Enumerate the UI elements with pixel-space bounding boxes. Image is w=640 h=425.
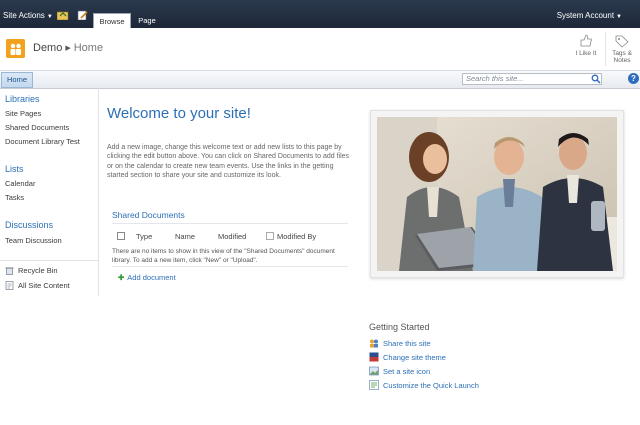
tab-browse[interactable]: Browse	[93, 13, 131, 28]
top-nav-home[interactable]: Home	[1, 72, 34, 88]
site-actions-label: Site Actions	[3, 11, 45, 20]
i-like-it-label: I Like It	[575, 50, 597, 57]
ql-item-recycle-bin[interactable]: Recycle Bin	[18, 266, 58, 275]
ql-item-calendar[interactable]: Calendar	[5, 179, 35, 188]
add-document-link[interactable]: ✚ Add document	[118, 273, 176, 282]
breadcrumb-site[interactable]: Demo	[33, 42, 62, 54]
welcome-image	[370, 110, 624, 278]
column-type[interactable]: Type	[136, 232, 152, 241]
ql-item-shared-documents[interactable]: Shared Documents	[5, 123, 69, 132]
site-actions-menu[interactable]: Site Actions ▼	[3, 11, 53, 20]
column-modified[interactable]: Modified	[218, 232, 246, 241]
edit-page-icon[interactable]	[77, 10, 89, 20]
help-icon[interactable]: ?	[628, 73, 639, 84]
ql-item-all-site-content[interactable]: All Site Content	[18, 281, 70, 290]
webpart-divider	[112, 223, 348, 224]
quick-launch-icon	[369, 380, 379, 390]
tag-icon	[615, 35, 629, 48]
thumbs-up-icon	[580, 34, 592, 47]
navigate-up-icon[interactable]	[57, 10, 69, 20]
add-document-label: Add document	[127, 273, 176, 282]
tab-page[interactable]: Page	[132, 13, 162, 28]
ql-divider	[0, 260, 98, 261]
ql-heading-discussions[interactable]: Discussions	[5, 220, 53, 230]
quick-launch	[0, 88, 99, 296]
getting-started-title: Getting Started	[369, 322, 430, 332]
share-site-icon	[370, 339, 378, 348]
customize-quick-launch-link[interactable]: Customize the Quick Launch	[383, 381, 479, 390]
breadcrumb-arrow-icon: ▶	[65, 45, 71, 52]
ql-item-team-discussion[interactable]: Team Discussion	[5, 236, 62, 245]
account-menu[interactable]: System Account ▼	[557, 11, 622, 20]
i-like-it-button[interactable]: I Like It	[568, 34, 604, 57]
notes-label: Notes	[613, 57, 631, 64]
search-icon[interactable]	[591, 74, 601, 84]
account-label: System Account	[556, 11, 615, 20]
ql-heading-lists[interactable]: Lists	[5, 164, 24, 174]
share-site-link[interactable]: Share this site	[383, 339, 431, 348]
change-theme-link[interactable]: Change site theme	[383, 353, 446, 362]
column-name[interactable]: Name	[175, 232, 195, 241]
empty-list-message: There are no items to show in this view …	[112, 248, 335, 264]
search-input[interactable]: Search this site...	[462, 73, 602, 85]
modified-by-checkbox[interactable]	[266, 232, 274, 240]
page-title: Welcome to your site!	[107, 105, 251, 122]
chevron-down-icon: ▼	[616, 14, 622, 20]
breadcrumb: Demo ▶ Home	[33, 42, 103, 54]
toolbar-divider	[605, 32, 606, 66]
column-modified-by[interactable]: Modified By	[277, 232, 316, 241]
ql-heading-libraries[interactable]: Libraries	[5, 94, 40, 104]
team-photo	[377, 117, 617, 271]
recycle-bin-icon	[5, 267, 14, 275]
all-site-content-icon	[5, 281, 14, 290]
theme-icon	[369, 352, 379, 362]
site-icon-image-icon	[369, 366, 379, 376]
set-site-icon-link[interactable]: Set a site icon	[383, 367, 430, 376]
ql-item-tasks[interactable]: Tasks	[5, 193, 24, 202]
intro-text: Add a new image, change this welcome tex…	[107, 144, 350, 179]
site-logo[interactable]	[6, 39, 25, 58]
webpart-divider	[112, 266, 348, 267]
breadcrumb-page: Home	[73, 42, 104, 54]
tags-notes-button[interactable]: Tags & Notes	[608, 34, 636, 64]
chevron-down-icon: ▼	[46, 14, 53, 20]
ql-item-site-pages[interactable]: Site Pages	[5, 109, 41, 118]
tags-label: Tags &	[612, 50, 632, 57]
ql-item-document-library-test[interactable]: Document Library Test	[5, 137, 80, 146]
shared-documents-title[interactable]: Shared Documents	[112, 210, 185, 220]
plus-icon: ✚	[118, 273, 125, 282]
select-all-checkbox[interactable]	[117, 232, 125, 240]
